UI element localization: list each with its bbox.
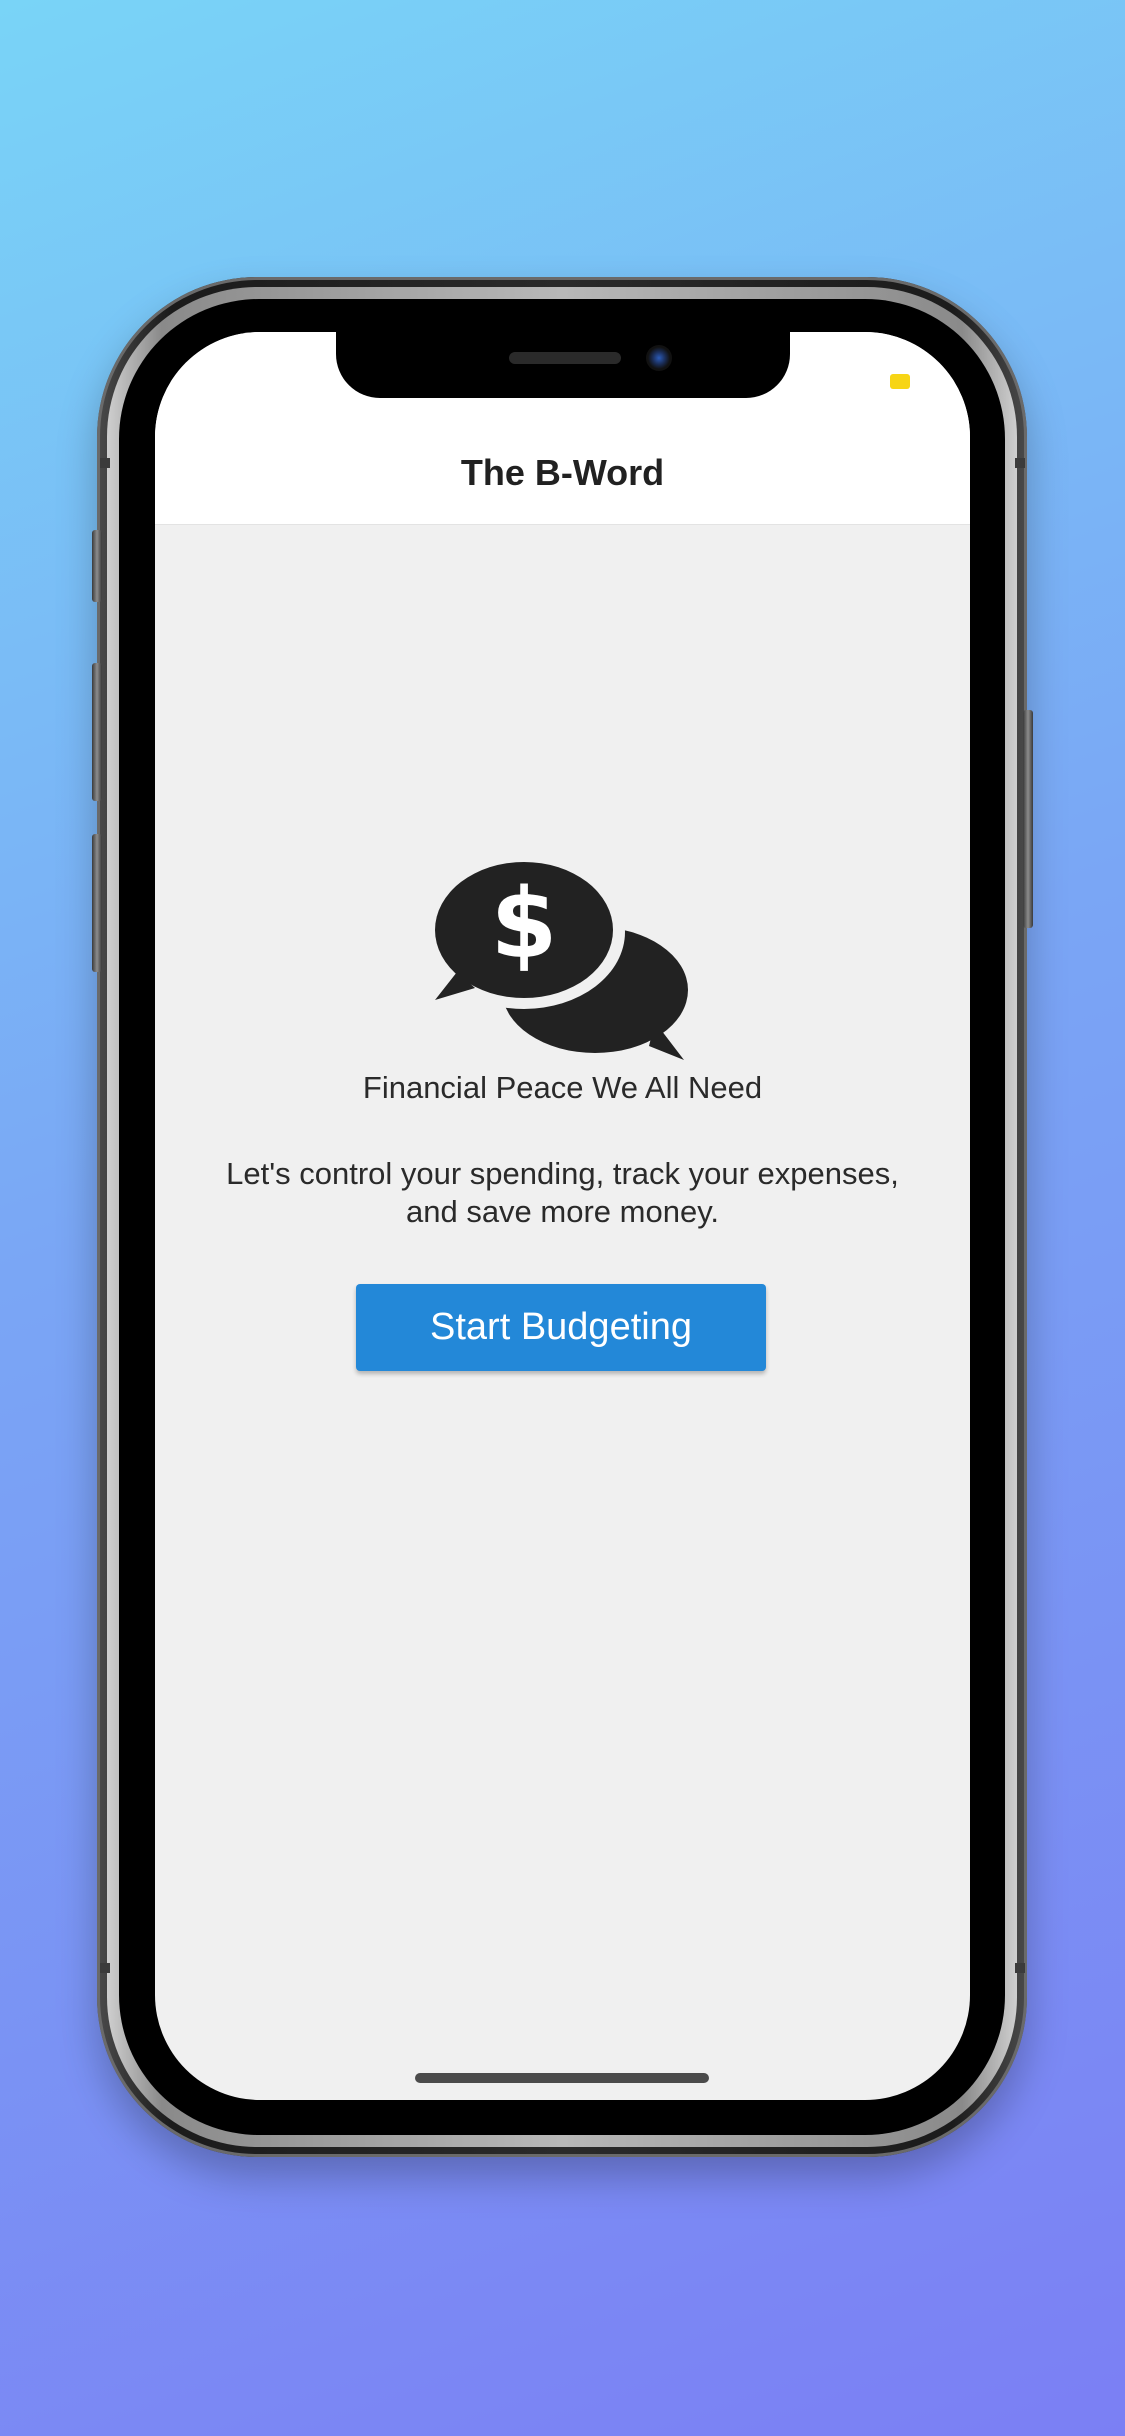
home-indicator[interactable]	[415, 2073, 709, 2083]
tagline: Financial Peace We All Need	[362, 1070, 763, 1105]
description-text: Let's control your spending, track your …	[195, 1155, 930, 1231]
antenna-band	[1015, 1963, 1025, 1973]
antenna-band	[1015, 458, 1025, 468]
page-title: The B-Word	[460, 452, 665, 493]
antenna-band	[100, 1963, 110, 1973]
antenna-band	[100, 458, 110, 468]
volume-up-button	[92, 663, 102, 801]
power-button	[1023, 710, 1033, 928]
dollar-sign: $	[491, 868, 558, 980]
silent-switch	[92, 530, 102, 602]
description-line: and save more money.	[405, 1194, 720, 1229]
notch	[336, 332, 790, 398]
front-camera	[646, 345, 672, 371]
description-line: Let's control your spending, track your …	[226, 1156, 899, 1191]
phone-screen: The B-Word $ Financial Peace We All Need…	[155, 332, 970, 2100]
chat-bubbles-dollar-icon: $	[435, 862, 688, 1060]
earpiece-speaker	[509, 352, 621, 364]
volume-down-button	[92, 834, 102, 972]
status-indicator	[890, 374, 910, 389]
start-budgeting-button[interactable]: Start Budgeting	[356, 1284, 766, 1371]
